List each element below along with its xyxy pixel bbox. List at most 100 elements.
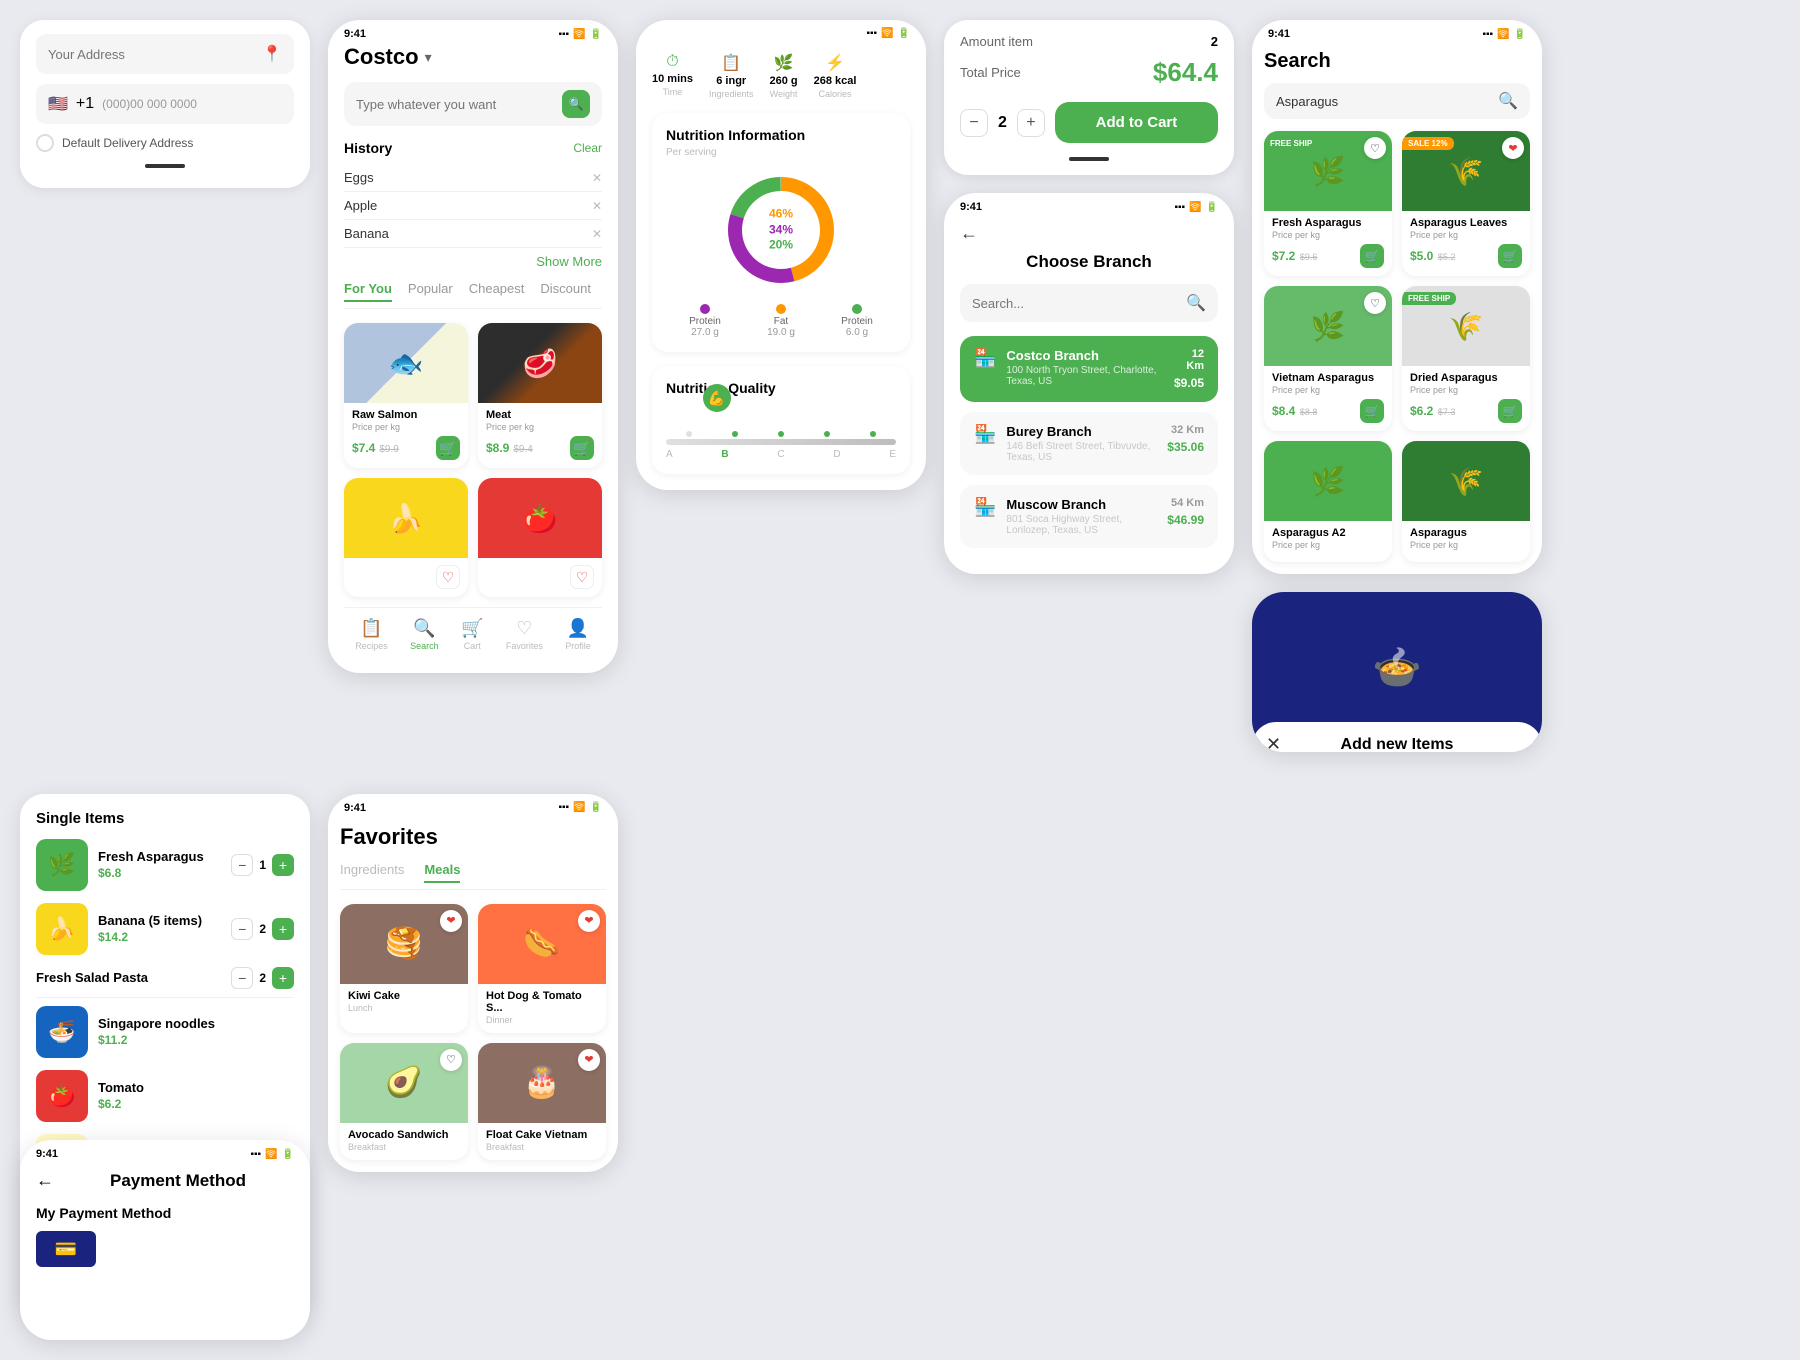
result-asparagus-leaves[interactable]: 🌾 SALE 12% ❤ Asparagus Leaves Price per … <box>1402 131 1530 276</box>
favorite-heart[interactable]: ❤ <box>578 910 600 932</box>
history-item-apple[interactable]: Apple ✕ <box>344 192 602 220</box>
history-item-eggs[interactable]: Eggs ✕ <box>344 164 602 192</box>
tab-cheapest[interactable]: Cheapest <box>469 281 525 302</box>
legend-protein: Protein 27.0 g <box>689 304 721 338</box>
nav-search[interactable]: 🔍 Search <box>410 618 439 651</box>
chevron-down-icon[interactable]: ▾ <box>425 49 432 66</box>
tab-popular[interactable]: Popular <box>408 281 453 302</box>
add-cart-button[interactable]: 🛒 <box>1360 399 1384 423</box>
favorite-heart[interactable]: ❤ <box>440 910 462 932</box>
legend-val: 19.0 g <box>767 327 795 338</box>
result-vietnam-asparagus[interactable]: 🌿 ♡ Vietnam Asparagus Price per kg $8.4 … <box>1264 286 1392 431</box>
time: 9:41 <box>1268 28 1290 40</box>
search-input[interactable] <box>1276 94 1490 109</box>
scale-mark-c: C <box>777 449 784 460</box>
phone-input-row[interactable]: 🇺🇸 +1 (000)00 000 0000 <box>36 84 294 124</box>
favorite-button[interactable]: ♡ <box>1364 137 1386 159</box>
increase-btn[interactable]: + <box>272 967 294 989</box>
product-card-salmon[interactable]: 🐟 Raw Salmon Price per kg $7.4$9.9 🛒 <box>344 323 468 468</box>
meal-avocado[interactable]: 🥑 ♡ Avocado Sandwich Breakfast <box>340 1043 468 1160</box>
remove-history-icon[interactable]: ✕ <box>592 227 602 241</box>
add-cart-button[interactable]: 🛒 <box>1360 244 1384 268</box>
favorite-heart[interactable]: ❤ <box>578 1049 600 1071</box>
default-address-checkbox[interactable] <box>36 134 54 152</box>
favorites-screen: 9:41 ▪▪▪ 🛜 🔋 Favorites Ingredients Meals… <box>328 794 618 1172</box>
item-qty: 2 <box>259 922 266 936</box>
add-cart-button[interactable]: 🛒 <box>1498 399 1522 423</box>
cart-item-image: 🌿 <box>36 839 88 891</box>
meal-hotdog[interactable]: 🌭 ❤ Hot Dog & Tomato S... Dinner <box>478 904 606 1033</box>
remove-history-icon[interactable]: ✕ <box>592 171 602 185</box>
status-icons: ▪▪▪ 🛜 🔋 <box>558 29 602 40</box>
default-address-row[interactable]: Default Delivery Address <box>36 134 294 152</box>
cart-actions: − 2 + Add to Cart <box>960 102 1218 143</box>
back-button[interactable]: ← <box>960 223 1218 244</box>
search-button[interactable]: 🔍 <box>562 90 590 118</box>
favorite-button[interactable]: ♡ <box>1364 292 1386 314</box>
result-dried-asparagus[interactable]: 🌾 FREE SHIP Dried Asparagus Price per kg… <box>1402 286 1530 431</box>
fat-dot <box>776 304 786 314</box>
result-fresh-asparagus[interactable]: 🌿 FREE SHIP ♡ Fresh Asparagus Price per … <box>1264 131 1392 276</box>
nav-recipes[interactable]: 📋 Recipes <box>355 618 388 651</box>
show-more-button[interactable]: Show More <box>344 254 602 269</box>
add-to-cart-button[interactable]: ♡ <box>436 565 460 589</box>
meal-image: 🎂 ❤ <box>478 1043 606 1123</box>
add-cart-button[interactable]: 🛒 <box>1498 244 1522 268</box>
nav-favorites[interactable]: ♡ Favorites <box>506 618 543 651</box>
meal-kiwi-cake[interactable]: 🥞 ❤ Kiwi Cake Lunch <box>340 904 468 1033</box>
tab-discount[interactable]: Discount <box>540 281 591 302</box>
result-asparagus-a2[interactable]: 🌿 Asparagus A2 Price per kg <box>1264 441 1392 562</box>
search-input[interactable] <box>356 97 562 112</box>
branch-item-burey[interactable]: 🏪 Burey Branch 146 Befi Street Street, T… <box>960 412 1218 475</box>
search-box[interactable]: 🔍 <box>344 82 602 126</box>
decrease-btn[interactable]: − <box>231 967 253 989</box>
branch-search-input[interactable] <box>972 296 1178 311</box>
product-card-tomato[interactable]: 🍅 ♡ <box>478 478 602 597</box>
branch-item-costco[interactable]: 🏪 Costco Branch 100 North Tryon Street, … <box>960 336 1218 402</box>
back-button[interactable]: ← <box>36 1170 54 1191</box>
history-item-banana[interactable]: Banana ✕ <box>344 220 602 248</box>
nav-cart[interactable]: 🛒 Cart <box>461 618 483 651</box>
tab-meals[interactable]: Meals <box>424 862 460 883</box>
decrease-btn[interactable]: − <box>231 918 253 940</box>
product-card-meat[interactable]: 🥩 Meat Price per kg $8.9$9.4 🛒 <box>478 323 602 468</box>
meal-name: Hot Dog & Tomato S... <box>486 990 598 1014</box>
add-to-cart-button[interactable]: 🛒 <box>570 436 594 460</box>
address-input[interactable] <box>48 47 262 62</box>
product-card-banana[interactable]: 🍌 ♡ <box>344 478 468 597</box>
decrease-btn[interactable]: − <box>231 854 253 876</box>
quantity-decrease[interactable]: − <box>960 109 988 137</box>
result-asparagus-plain[interactable]: 🌾 Asparagus Price per kg <box>1402 441 1530 562</box>
add-to-cart-button[interactable]: 🛒 <box>436 436 460 460</box>
add-to-cart-button[interactable]: ♡ <box>570 565 594 589</box>
status-bar: 9:41 ▪▪▪ 🛜 🔋 <box>20 1140 310 1164</box>
close-button[interactable]: ✕ <box>1266 734 1281 752</box>
product-emoji: 🌾 <box>1449 310 1484 343</box>
product-price: $7.4 <box>352 441 375 455</box>
search-bar[interactable]: 🔍 <box>1264 83 1530 119</box>
store-header[interactable]: Costco ▾ <box>344 44 602 70</box>
branch-search-box[interactable]: 🔍 <box>960 284 1218 322</box>
nav-profile[interactable]: 👤 Profile <box>565 618 591 651</box>
favorite-heart[interactable]: ♡ <box>440 1049 462 1071</box>
result-price: $5.0 <box>1410 249 1433 263</box>
tab-for-you[interactable]: For You <box>344 281 392 302</box>
meal-float-cake[interactable]: 🎂 ❤ Float Cake Vietnam Breakfast <box>478 1043 606 1160</box>
product-name: Raw Salmon <box>352 409 460 421</box>
increase-btn[interactable]: + <box>272 854 294 876</box>
signal-icon: ▪▪▪ <box>866 28 877 39</box>
branch-item-muscow[interactable]: 🏪 Muscow Branch 801 Soca Highway Street,… <box>960 485 1218 548</box>
increase-btn[interactable]: + <box>272 918 294 940</box>
cart-item-name: Singapore noodles <box>98 1016 294 1031</box>
add-to-cart-button[interactable]: Add to Cart <box>1055 102 1218 143</box>
tab-ingredients[interactable]: Ingredients <box>340 862 404 883</box>
quantity-increase[interactable]: + <box>1017 109 1045 137</box>
clear-button[interactable]: Clear <box>573 141 602 155</box>
address-input-field[interactable]: 📍 <box>36 34 294 74</box>
signal-icon: ▪▪▪ <box>250 1149 261 1160</box>
result-sub: Price per kg <box>1272 385 1384 395</box>
quantity-value: 2 <box>998 114 1007 132</box>
remove-history-icon[interactable]: ✕ <box>592 199 602 213</box>
favorite-button[interactable]: ❤ <box>1502 137 1524 159</box>
result-name: Asparagus <box>1410 527 1522 539</box>
